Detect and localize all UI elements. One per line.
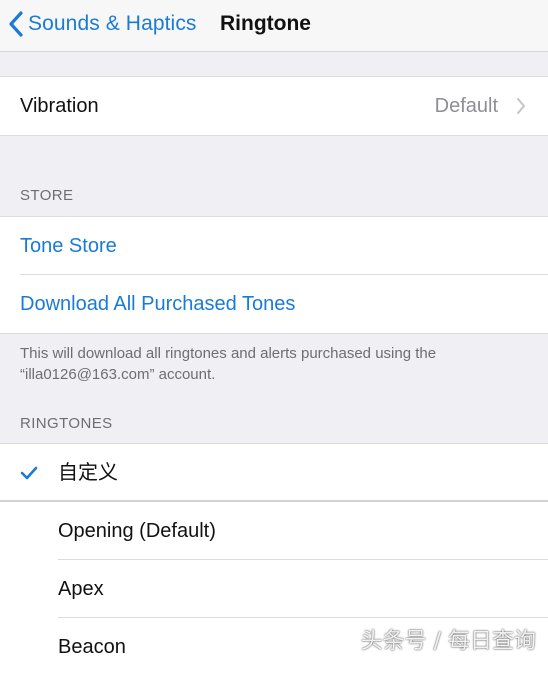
ringtone-label: Beacon [58, 636, 126, 658]
store-group: Tone Store Download All Purchased Tones [0, 216, 548, 334]
vibration-value: Default [434, 95, 498, 117]
ringtone-row-selected[interactable]: 自定义 [0, 444, 548, 502]
ringtone-label: 自定义 [58, 462, 118, 484]
store-section-header: STORE [20, 187, 74, 204]
watermark: 头条号 / 每日查询 [360, 629, 536, 654]
checkmark-icon [20, 466, 38, 480]
ringtones-section-header: RINGTONES [20, 415, 113, 432]
back-button[interactable]: Sounds & Haptics [8, 8, 197, 40]
chevron-right-icon [517, 98, 525, 114]
navigation-bar: Sounds & Haptics Ringtone [0, 0, 548, 52]
tone-store-link[interactable]: Tone Store [20, 217, 117, 275]
ringtone-row[interactable]: Opening (Default) [0, 502, 548, 560]
tone-store-row[interactable]: Tone Store [0, 217, 548, 275]
store-footer-note: This will download all ringtones and ale… [20, 345, 437, 383]
ringtone-label: Opening (Default) [58, 520, 216, 542]
chevron-left-icon [9, 11, 23, 37]
ringtone-row[interactable]: Apex [0, 560, 548, 618]
download-all-purchased-tones-link[interactable]: Download All Purchased Tones [20, 275, 295, 333]
vibration-row[interactable]: Vibration Default [0, 77, 548, 135]
vibration-group: Vibration Default [0, 76, 548, 136]
back-button-label: Sounds & Haptics [28, 12, 197, 35]
page-title: Ringtone [220, 12, 311, 35]
download-all-row[interactable]: Download All Purchased Tones [0, 275, 548, 333]
vibration-label: Vibration [20, 95, 99, 117]
ringtone-label: Apex [58, 578, 104, 600]
